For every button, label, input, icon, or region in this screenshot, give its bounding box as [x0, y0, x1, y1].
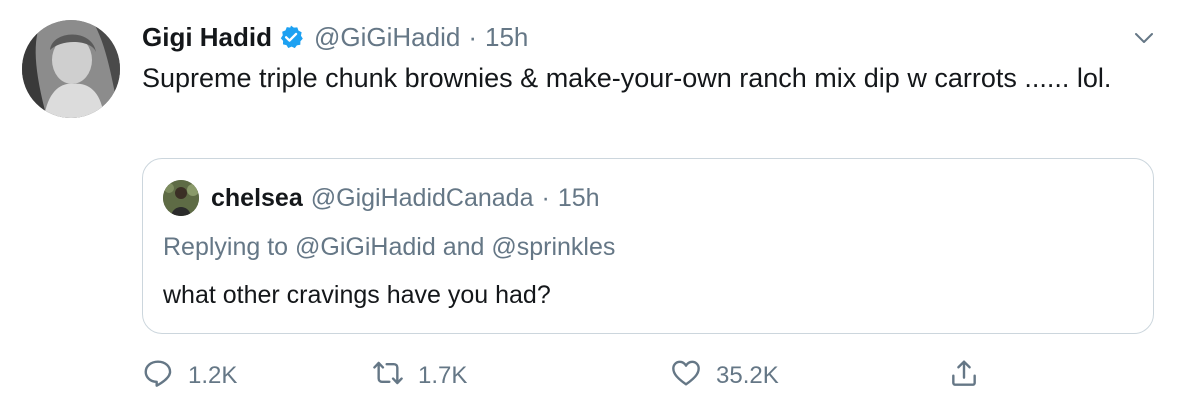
replying-to-and: and — [442, 233, 485, 261]
mention-link[interactable]: @GiGiHadid — [295, 233, 436, 261]
avatar[interactable] — [22, 20, 120, 118]
quoted-tweet-text: what other cravings have you had? — [163, 281, 551, 309]
quoted-timestamp[interactable]: 15h — [558, 184, 600, 213]
quoted-handle[interactable]: @GigiHadidCanada — [311, 184, 534, 213]
tweet-header: Gigi Hadid @GiGiHadid · 15h — [142, 20, 528, 54]
timestamp[interactable]: 15h — [485, 22, 528, 53]
retweet-button[interactable]: 1.7K — [372, 356, 467, 396]
quoted-display-name[interactable]: chelsea — [211, 184, 303, 213]
retweet-icon — [372, 357, 404, 396]
handle[interactable]: @GiGiHadid — [314, 22, 460, 53]
share-button[interactable] — [948, 356, 980, 396]
reply-button[interactable]: 1.2K — [142, 356, 237, 396]
tweet-actions: 1.2K 1.7K 35.2K — [142, 356, 1142, 396]
share-icon — [948, 357, 980, 396]
verified-badge-icon — [278, 24, 304, 50]
quoted-avatar[interactable] — [163, 180, 199, 216]
like-count: 35.2K — [716, 362, 779, 389]
quoted-tweet[interactable]: chelsea @GigiHadidCanada · 15h Replying … — [142, 158, 1154, 334]
replying-to-label: Replying to — [163, 233, 289, 261]
like-button[interactable]: 35.2K — [670, 356, 779, 396]
comment-icon — [142, 357, 174, 396]
quoted-tweet-header: chelsea @GigiHadidCanada · 15h — [163, 180, 600, 216]
replying-to: Replying to @GiGiHadid and @sprinkles — [163, 233, 615, 262]
tweet-card[interactable]: Gigi Hadid @GiGiHadid · 15h Supreme trip… — [0, 0, 1186, 412]
quoted-separator-dot: · — [541, 183, 550, 212]
display-name[interactable]: Gigi Hadid — [142, 22, 272, 53]
heart-icon — [670, 357, 702, 396]
mention-link[interactable]: @sprinkles — [491, 233, 615, 261]
separator-dot: · — [468, 21, 477, 52]
retweet-count: 1.7K — [418, 362, 468, 389]
reply-count: 1.2K — [188, 362, 238, 389]
tweet-text: Supreme triple chunk brownies & make-you… — [142, 63, 1112, 93]
chevron-down-icon[interactable] — [1132, 26, 1156, 50]
